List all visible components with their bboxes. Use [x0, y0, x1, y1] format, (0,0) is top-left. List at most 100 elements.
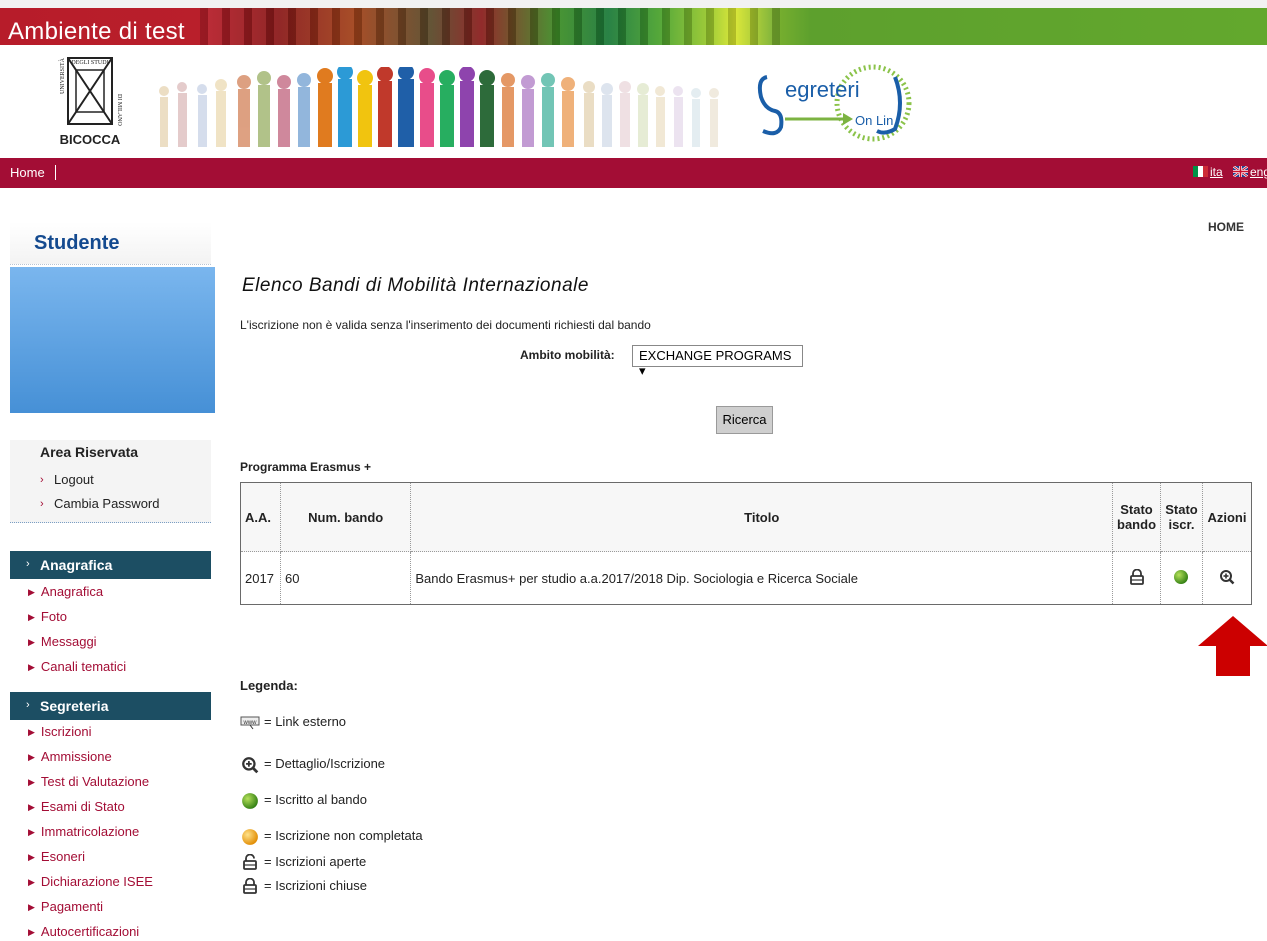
lang-ita-link[interactable]: ita	[1210, 165, 1223, 179]
university-logo[interactable]: UNIVERSITÀ DEGLI STUDI DI MILANO BICOCCA	[56, 54, 124, 152]
legend-item-chiuse: = Iscrizioni chiuse	[240, 878, 367, 894]
cell-stato-iscr	[1160, 551, 1203, 605]
col-header-stato-iscr: Stato iscr.	[1160, 482, 1203, 552]
menu-item-label: Test di Valutazione	[40, 774, 150, 789]
sol-logo-text-online: On Lin	[855, 113, 893, 128]
cell-titolo: Bando Erasmus+ per studio a.a.2017/2018 …	[410, 551, 1114, 605]
legend-item-iscritto: = Iscritto al bando	[240, 792, 367, 810]
menu-item-label: Messaggi	[40, 634, 97, 649]
area-riservata-title: Area Riservata	[40, 444, 139, 460]
menu-item-autocertificazioni[interactable]: ▶ Autocertificazioni	[28, 924, 139, 939]
cell-stato-bando	[1112, 551, 1161, 605]
top-navbar: Home ita eng	[0, 158, 1267, 188]
legend-title: Legenda:	[240, 678, 298, 693]
page-title: Elenco Bandi di Mobilità Internazionale	[242, 275, 589, 296]
lang-eng-link[interactable]: eng	[1250, 165, 1267, 179]
menu-item-esoneri[interactable]: ▶ Esoneri	[28, 849, 85, 864]
menu-item-label: Esami di Stato	[40, 799, 125, 814]
menu-item-label: Canali tematici	[40, 659, 127, 674]
italy-flag-icon[interactable]	[1193, 166, 1208, 177]
www-link-icon: www	[240, 716, 260, 729]
section-title: Segreteria	[40, 698, 109, 714]
logo-text-degli-studi: DEGLI STUDI	[71, 60, 108, 66]
menu-item-messaggi[interactable]: ▶ Messaggi	[28, 634, 97, 649]
banner-stripes	[200, 8, 780, 45]
section-segreteria-header[interactable]: › Segreteria	[10, 692, 211, 720]
legend-item-non-completata: = Iscrizione non completata	[240, 828, 423, 846]
col-header-aa: A.A.	[240, 482, 281, 552]
menu-item-esami-di-stato[interactable]: ▶ Esami di Stato	[28, 799, 125, 814]
triangle-right-icon: ▶	[28, 587, 35, 597]
breadcrumb-home[interactable]: HOME	[1208, 220, 1244, 234]
legend-label: = Iscrizioni aperte	[264, 854, 367, 869]
bandi-table: A.A. Num. bando Titolo Stato bando Stato…	[240, 482, 1253, 605]
legend-item-link-esterno: www = Link esterno	[240, 714, 346, 730]
menu-item-label: Autocertificazioni	[40, 924, 140, 939]
menu-item-immatricolazione[interactable]: ▶ Immatricolazione	[28, 824, 139, 839]
menu-item-dichiarazione-isee[interactable]: ▶ Dichiarazione ISEE	[28, 874, 153, 889]
menu-item-iscrizioni[interactable]: ▶ Iscrizioni	[28, 724, 92, 739]
section-anagrafica-header[interactable]: › Anagrafica	[10, 551, 211, 579]
col-header-num-bando: Num. bando	[279, 482, 412, 552]
col-header-azioni: Azioni	[1201, 482, 1253, 552]
area-riservata-box: Area Riservata › Logout › Cambia Passwor…	[10, 440, 211, 523]
triangle-right-icon: ▶	[28, 727, 35, 737]
col-header-titolo: Titolo	[410, 482, 1114, 552]
logo-text-milano: DI MILANO	[116, 94, 122, 126]
menu-item-label: Foto	[40, 609, 67, 624]
menu-item-pagamenti[interactable]: ▶ Pagamenti	[28, 899, 103, 914]
triangle-right-icon: ▶	[28, 852, 35, 862]
triangle-right-icon: ▶	[28, 802, 35, 812]
change-password-link[interactable]: Cambia Password	[54, 496, 160, 511]
menu-item-test-valutazione[interactable]: ▶ Test di Valutazione	[28, 774, 149, 789]
nav-home-link[interactable]: Home	[10, 165, 56, 180]
menu-item-label: Dichiarazione ISEE	[40, 874, 153, 889]
triangle-right-icon: ▶	[28, 777, 35, 787]
orange-dot-icon	[242, 829, 258, 845]
info-note: L'iscrizione non è valida senza l'inseri…	[240, 318, 651, 332]
triangle-right-icon: ▶	[28, 662, 35, 672]
cell-azioni	[1201, 551, 1253, 605]
uk-flag-icon[interactable]	[1233, 166, 1248, 177]
legend-label: = Iscritto al bando	[264, 792, 367, 807]
green-dot-icon	[242, 793, 258, 809]
student-title: Studente	[34, 232, 120, 254]
search-button[interactable]: Ricerca	[716, 406, 773, 434]
header-banner: UNIVERSITÀ DEGLI STUDI DI MILANO BICOCCA	[0, 45, 1267, 158]
logo-text-universita: UNIVERSITÀ	[58, 57, 66, 94]
people-illustration	[159, 67, 719, 147]
triangle-right-icon: ▶	[28, 877, 35, 887]
user-info-box	[10, 267, 215, 413]
chevron-right-icon: ›	[26, 558, 30, 570]
lock-closed-icon	[243, 878, 257, 894]
red-up-arrow-icon	[1198, 616, 1267, 676]
menu-item-label: Anagrafica	[40, 584, 104, 599]
logout-link[interactable]: Logout	[54, 472, 94, 487]
program-label: Programma Erasmus +	[240, 460, 372, 474]
menu-item-anagrafica[interactable]: ▶ Anagrafica	[28, 584, 103, 599]
zoom-detail-icon[interactable]	[1219, 569, 1235, 585]
lock-open-icon	[243, 854, 257, 870]
green-dot-icon	[1174, 569, 1189, 584]
menu-item-ammissione[interactable]: ▶ Ammissione	[28, 749, 112, 764]
col-header-stato-bando: Stato bando	[1112, 482, 1161, 552]
menu-item-foto[interactable]: ▶ Foto	[28, 609, 67, 624]
menu-item-label: Pagamenti	[40, 899, 104, 914]
app-title: Ambiente di test	[8, 18, 185, 45]
svg-text:www: www	[243, 720, 258, 726]
menu-item-label: Esoneri	[40, 849, 85, 864]
triangle-right-icon: ▶	[28, 637, 35, 647]
student-header: Studente	[10, 222, 211, 265]
legend-label: = Dettaglio/Iscrizione	[264, 756, 386, 771]
legend-label: = Link esterno	[264, 714, 347, 729]
legend-label: = Iscrizioni chiuse	[264, 878, 367, 893]
ambito-mobilita-select[interactable]: EXCHANGE PROGRAMS ▾	[632, 345, 803, 378]
ambito-mobilita-label: Ambito mobilità:	[520, 348, 615, 362]
triangle-right-icon: ▶	[28, 612, 35, 622]
triangle-right-icon: ▶	[28, 927, 35, 937]
segreterie-online-logo[interactable]: egreteri On Lin	[755, 57, 915, 149]
menu-item-canali-tematici[interactable]: ▶ Canali tematici	[28, 659, 126, 674]
table-row: 2017 60 Bando Erasmus+ per studio a.a.20…	[240, 551, 1253, 605]
menu-item-label: Immatricolazione	[40, 824, 140, 839]
logo-text-bicocca: BICOCCA	[60, 132, 121, 147]
